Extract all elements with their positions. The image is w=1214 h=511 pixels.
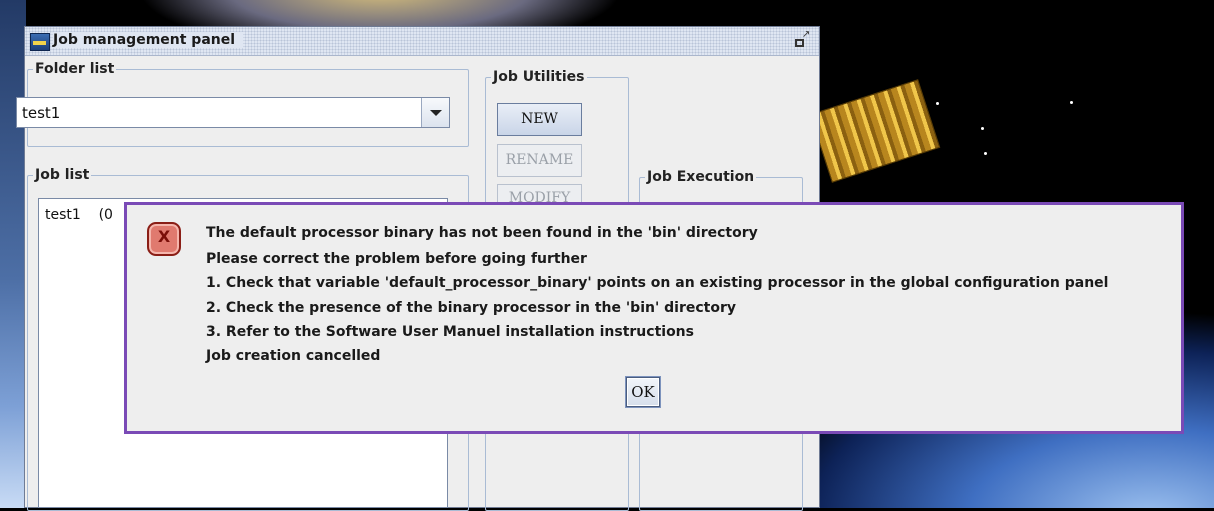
list-item[interactable]: test1 (0 — [45, 207, 113, 223]
star — [1070, 101, 1073, 104]
error-icon: X — [147, 222, 181, 256]
dialog-message-line: 1. Check that variable 'default_processo… — [206, 275, 1109, 291]
dialog-message-line: Job creation cancelled — [206, 348, 381, 364]
chevron-down-icon[interactable] — [421, 98, 449, 127]
desktop-edge — [0, 0, 26, 508]
job-execution-legend: Job Execution — [645, 169, 757, 185]
job-utilities-legend: Job Utilities — [491, 69, 587, 85]
error-dialog: X The default processor binary has not b… — [124, 202, 1184, 434]
dialog-message-line: Please correct the problem before going … — [206, 251, 587, 267]
window-titlebar[interactable]: Job management panel — [25, 27, 819, 56]
folder-list-legend: Folder list — [33, 61, 117, 77]
restore-window-icon[interactable] — [793, 31, 811, 51]
star — [936, 102, 939, 105]
job-list-legend: Job list — [33, 167, 92, 183]
star — [981, 127, 984, 130]
window-title: Job management panel — [53, 32, 244, 48]
satellite-image — [809, 79, 941, 183]
error-icon-glyph: X — [157, 227, 171, 246]
dialog-message-line: The default processor binary has not bee… — [206, 225, 758, 241]
ok-button[interactable]: OK — [626, 377, 660, 407]
modify-job-button[interactable]: MODIFY — [497, 184, 582, 204]
folder-select[interactable]: test1 — [16, 97, 450, 128]
rename-job-button[interactable]: RENAME — [497, 144, 582, 177]
folder-select-value: test1 — [22, 104, 61, 122]
new-job-button[interactable]: NEW — [497, 103, 582, 136]
dialog-message-line: 2. Check the presence of the binary proc… — [206, 300, 736, 316]
app-icon — [30, 33, 50, 51]
dialog-message-line: 3. Refer to the Software User Manuel ins… — [206, 324, 694, 340]
star — [984, 152, 987, 155]
